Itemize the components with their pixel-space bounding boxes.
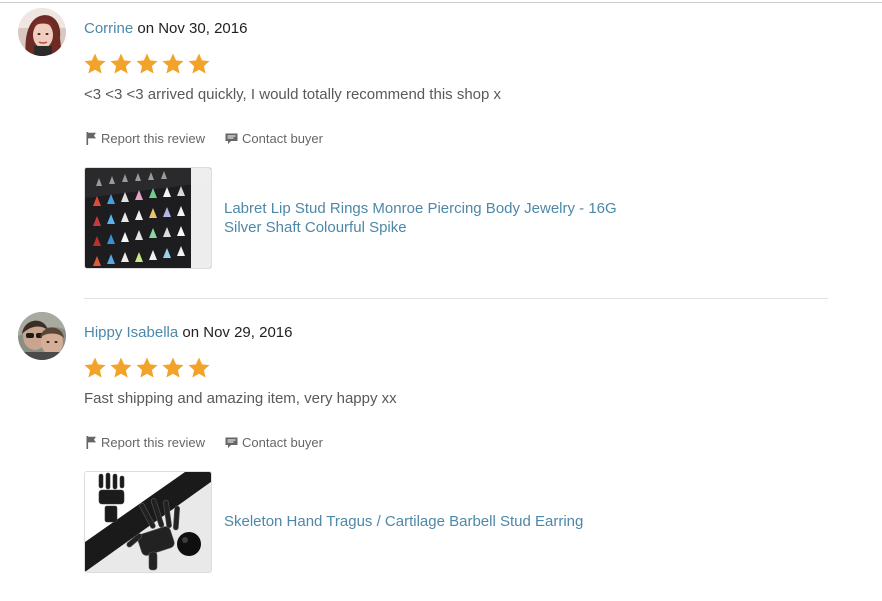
star-rating	[83, 52, 211, 76]
report-review-button[interactable]: Report this review	[86, 131, 205, 146]
product-thumbnail[interactable]	[84, 167, 212, 269]
review-actions: Report this review Contact buyer	[86, 131, 323, 146]
speech-bubble-icon	[225, 437, 238, 448]
contact-buyer-button[interactable]: Contact buyer	[225, 435, 323, 450]
review-date: Nov 30, 2016	[158, 20, 248, 37]
star-icon	[110, 357, 132, 378]
contact-buyer-label: Contact buyer	[242, 435, 323, 450]
product-title-line: Silver Shaft Colourful Spike	[224, 219, 407, 236]
star-icon	[110, 53, 132, 74]
review-date: Nov 29, 2016	[203, 324, 293, 341]
star-icon	[188, 53, 210, 74]
star-icon	[84, 53, 106, 74]
reviewer-avatar[interactable]	[18, 8, 66, 56]
product-title-link[interactable]: Skeleton Hand Tragus / Cartilage Barbell…	[224, 512, 583, 531]
report-review-button[interactable]: Report this review	[86, 435, 205, 450]
product-title-line: Skeleton Hand Tragus / Cartilage Barbell…	[224, 513, 584, 530]
reviewer-name-link[interactable]: Hippy Isabella	[84, 324, 178, 341]
review-header: Corrine on Nov 30, 2016	[84, 20, 247, 38]
contact-buyer-label: Contact buyer	[242, 131, 323, 146]
reviewer-avatar[interactable]	[18, 312, 66, 360]
report-review-label: Report this review	[101, 131, 206, 146]
review-date-prefix: on	[133, 20, 159, 37]
star-icon	[188, 357, 210, 378]
reviewer-name-link[interactable]: Corrine	[84, 20, 133, 37]
review-text: Fast shipping and amazing item, very hap…	[84, 390, 397, 407]
product-title-line: Labret Lip Stud Rings Monroe Piercing Bo…	[224, 200, 617, 217]
star-icon	[136, 357, 158, 378]
star-icon	[136, 53, 158, 74]
product-title-link[interactable]: Labret Lip Stud Rings Monroe Piercing Bo…	[224, 199, 617, 237]
flag-icon	[86, 132, 96, 145]
product-thumbnail[interactable]	[84, 471, 212, 573]
speech-bubble-icon	[225, 133, 238, 144]
star-rating	[83, 356, 211, 380]
review-date-prefix: on	[178, 324, 204, 341]
review-header: Hippy Isabella on Nov 29, 2016	[84, 324, 292, 342]
review-actions: Report this review Contact buyer	[86, 435, 323, 450]
flag-icon	[86, 436, 96, 449]
review-text: <3 <3 <3 arrived quickly, I would totall…	[84, 86, 502, 103]
review-divider	[84, 298, 828, 299]
star-icon	[84, 357, 106, 378]
star-icon	[162, 53, 184, 74]
contact-buyer-button[interactable]: Contact buyer	[225, 131, 323, 146]
report-review-label: Report this review	[101, 435, 206, 450]
top-divider	[0, 2, 882, 3]
star-icon	[162, 357, 184, 378]
